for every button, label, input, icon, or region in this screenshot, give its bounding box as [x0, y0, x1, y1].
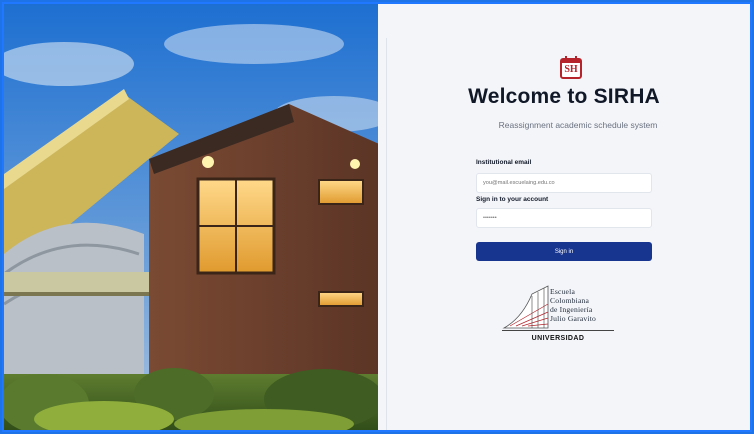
login-panel: SH Welcome to SIRHA Reassignment academi… [378, 4, 750, 430]
email-label: Institutional email [476, 159, 532, 166]
university-name: Escuela Colombiana de Ingeniería Julio G… [550, 287, 596, 323]
password-label: Sign in to your account [476, 196, 549, 203]
university-name-line4: Julio Garavito [550, 314, 597, 323]
university-crest-icon [502, 285, 549, 329]
calendar-icon: SH [560, 55, 582, 79]
password-field[interactable] [476, 208, 652, 228]
sign-in-button[interactable]: Sign in [476, 242, 652, 261]
university-name-line3: de Ingeniería [550, 305, 593, 314]
university-word: UNIVERSIDAD [531, 335, 585, 342]
university-name-line1: Escuela [550, 287, 576, 296]
page-title: Welcome to SIRHA [468, 85, 660, 108]
university-rule [502, 330, 614, 331]
campus-photo [4, 4, 378, 430]
university-logo: Escuela Colombiana de Ingeniería Julio G… [502, 284, 622, 350]
logo-text: SH [564, 64, 578, 75]
email-field[interactable] [476, 173, 652, 193]
university-name-line2: Colombiana [550, 296, 590, 305]
login-window: SH Welcome to SIRHA Reassignment academi… [2, 2, 752, 432]
page-subtitle: Reassignment academic schedule system [498, 120, 658, 130]
